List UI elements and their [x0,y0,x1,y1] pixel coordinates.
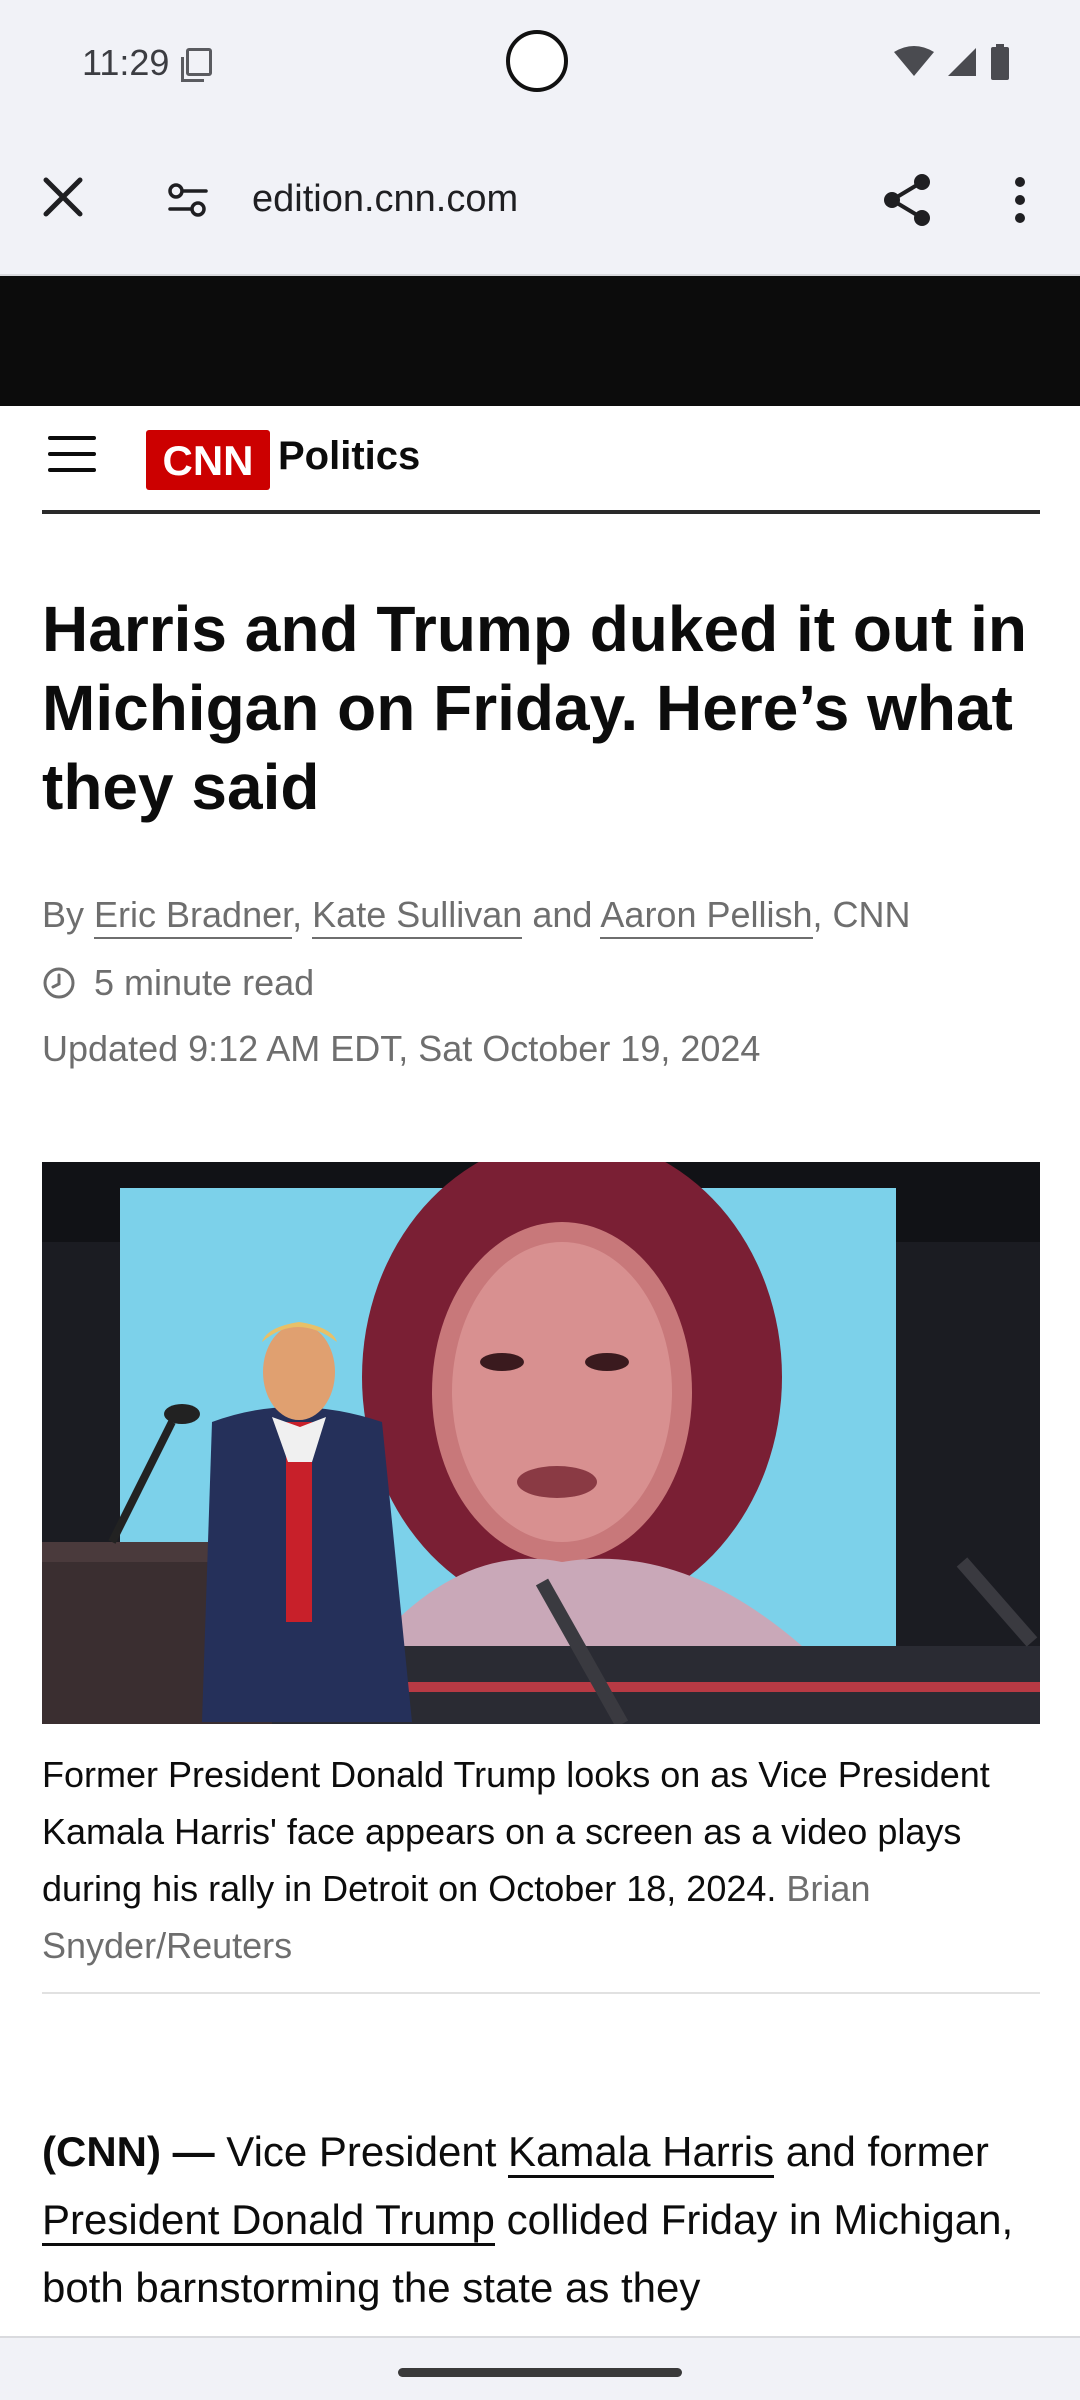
tune-icon[interactable] [166,178,210,222]
byline: By Eric Bradner, Kate Sullivan and Aaron… [42,894,911,939]
body-text: Vice President [214,2128,509,2175]
byline-prefix: By [42,894,85,935]
article-headline: Harris and Trump duked it out in Michiga… [42,593,1027,823]
home-gesture-handle[interactable] [398,2368,682,2377]
ad-banner [0,276,1080,406]
status-time: 11:29 [82,42,170,83]
browser-toolbar: edition.cnn.com [0,130,1080,276]
read-time-text: 5 minute read [94,962,315,1003]
navigation-bar [0,2336,1080,2400]
site-header: CNN Politics [42,406,1040,514]
status-bar: 11:29 [0,0,1080,130]
read-time: 5 minute read [42,962,314,1004]
author-link[interactable]: Eric Bradner [94,894,293,939]
inline-link-kamala-harris[interactable]: Kamala Harris [508,2128,775,2178]
share-icon[interactable] [878,170,938,230]
author-link[interactable]: Kate Sullivan [312,894,523,939]
byline-conjunction: and [532,894,593,935]
byline-suffix: , CNN [812,894,911,935]
author-link[interactable]: Aaron Pellish [600,894,813,939]
wifi-icon [894,46,934,76]
battery-icon [991,44,1009,80]
inline-link-donald-trump[interactable]: President Donald Trump [42,2196,495,2246]
clock-icon [43,967,75,999]
url-text[interactable]: edition.cnn.com [252,178,518,221]
signal-icon [948,48,976,76]
image-caption: Former President Donald Trump looks on a… [42,1746,1040,1974]
screenshot-icon [181,48,212,82]
body-text: and former [774,2128,989,2175]
divider [42,1992,1040,1994]
updated-timestamp: Updated 9:12 AM EDT, Sat October 19, 202… [42,1028,761,1069]
section-name[interactable]: Politics [278,434,420,479]
article-paragraph: (CNN) — Vice President Kamala Harris and… [42,2118,1052,2322]
byline-comma: , [292,894,303,935]
cnn-logo[interactable]: CNN [146,430,270,490]
more-vert-icon[interactable] [1000,170,1040,230]
front-camera [506,30,568,92]
hamburger-icon[interactable] [48,436,96,476]
dateline: (CNN) — [42,2128,215,2175]
close-icon[interactable] [36,170,90,224]
hero-image[interactable] [42,1162,1040,1724]
status-icons [894,44,1010,80]
cnn-logo-text: CNN [163,437,254,484]
